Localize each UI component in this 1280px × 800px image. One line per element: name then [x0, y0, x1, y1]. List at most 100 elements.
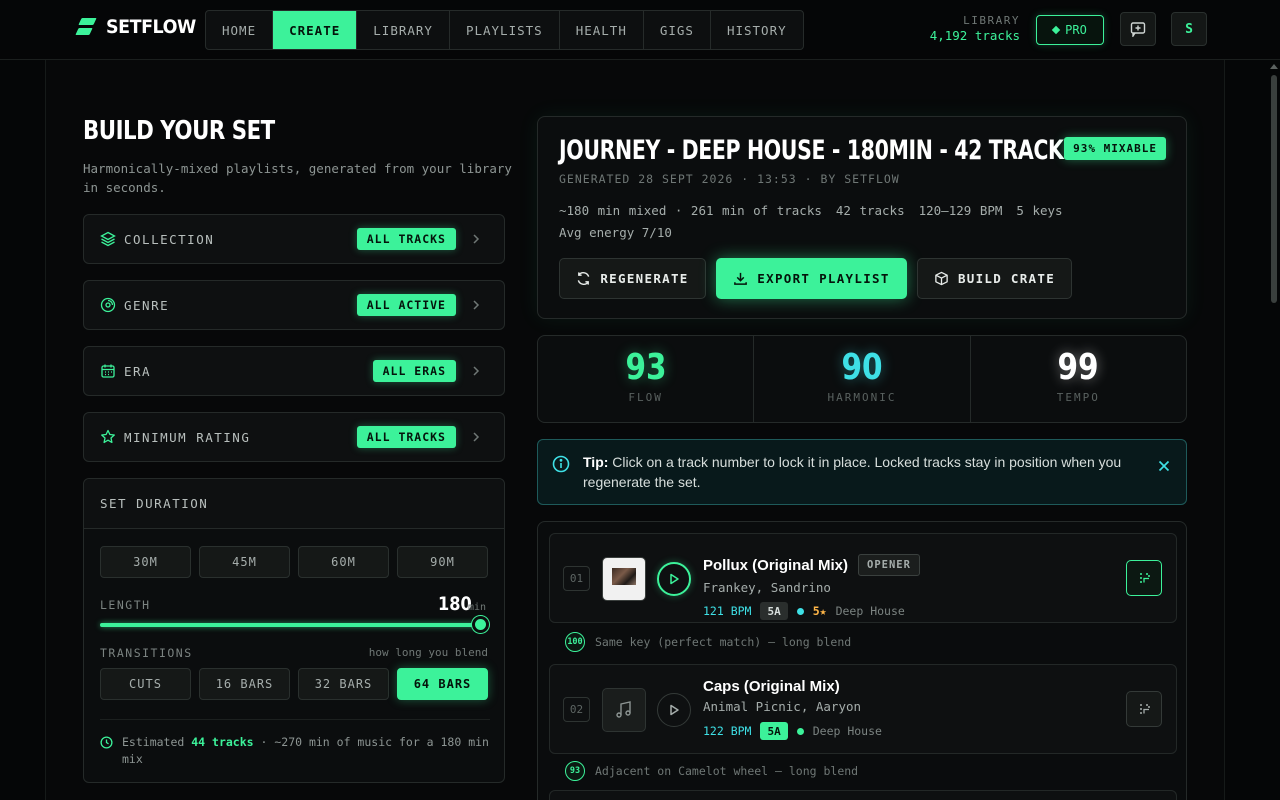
tab-create[interactable]: CREATE [273, 11, 358, 49]
transition-note: 100 Same key (perfect match) — long blen… [565, 632, 851, 652]
mixable-badge: 93% MIXABLE [1064, 137, 1166, 160]
filter-value-badge: ALL ERAS [372, 360, 456, 382]
track-title[interactable]: Pollux (Original Mix) [703, 557, 848, 574]
filter-genre[interactable]: GENRE ALL ACTIVE [83, 280, 505, 330]
scroll-up-icon [1270, 64, 1278, 69]
star-icon [100, 429, 116, 445]
set-title: JOURNEY - DEEP HOUSE - 180MIN - 42 TRACK… [559, 135, 1078, 166]
scrollbar[interactable] [1270, 62, 1278, 800]
track-number-lock[interactable]: 01 [563, 566, 590, 591]
library-stat-label: LIBRARY [963, 14, 1020, 27]
set-stats: ~180 min mixed · 261 min of tracks 42 tra… [559, 203, 1063, 218]
transition-score: 93 [565, 761, 585, 781]
track-meta: 122 BPM 5A Deep House [703, 722, 882, 740]
avatar-initial: S [1185, 21, 1193, 37]
filter-collection[interactable]: COLLECTION ALL TRACKS [83, 214, 505, 264]
diamond-icon [1051, 25, 1061, 35]
tip-banner: Tip: Click on a track number to lock it … [537, 439, 1187, 505]
export-playlist-button[interactable]: EXPORT PLAYLIST [716, 258, 907, 299]
track-meta: 121 BPM 5A 5★ Deep House [703, 602, 905, 620]
pro-button[interactable]: PRO [1036, 15, 1104, 45]
brand-name: SETFLOW [106, 16, 196, 38]
filter-value-badge: ALL TRACKS [356, 426, 456, 448]
length-slider[interactable] [100, 616, 489, 633]
transition-text: Adjacent on Camelot wheel — long blend [595, 764, 859, 778]
track-actions-button[interactable] [1126, 691, 1162, 727]
tab-playlists[interactable]: PLAYLISTS [450, 11, 560, 49]
feedback-icon [1130, 22, 1146, 37]
preset-60m[interactable]: 60M [298, 546, 389, 578]
tip-text: Tip: Click on a track number to lock it … [583, 454, 1122, 490]
length-slider-thumb[interactable] [472, 616, 489, 633]
main-nav: HOME CREATE LIBRARY PLAYLISTS HEALTH GIG… [205, 10, 804, 50]
transitions-label: TRANSITIONS [100, 646, 193, 660]
score-value: 93 [625, 347, 667, 388]
filter-value-badge: ALL TRACKS [356, 228, 456, 250]
estimate-track-count: 44 tracks [191, 735, 254, 749]
track-artist: Animal Picnic, Aaryon [703, 699, 862, 714]
filter-era[interactable]: ERA ALL ERAS [83, 346, 505, 396]
page-subtitle: Harmonically-mixed playlists, generated … [83, 161, 512, 195]
energy-dot-icon [796, 607, 804, 615]
filter-label: COLLECTION [124, 231, 215, 247]
track-key: 5A [760, 602, 788, 620]
drag-handle-icon [1140, 704, 1150, 714]
play-button[interactable] [657, 693, 691, 727]
play-button[interactable] [657, 562, 691, 596]
build-crate-button[interactable]: BUILD CRATE [917, 258, 1072, 299]
transition-32-bars[interactable]: 32 BARS [298, 668, 389, 700]
avg-energy: Avg energy 7/10 [559, 225, 672, 240]
filter-value-badge: ALL ACTIVE [356, 294, 456, 316]
energy-dot-icon [796, 727, 804, 735]
track-row[interactable]: 02 Caps (Original Mix) Animal Picnic, Aa… [549, 664, 1177, 754]
score-value: 99 [1057, 347, 1099, 388]
music-note-icon [616, 701, 631, 718]
tab-history[interactable]: HISTORY [711, 11, 803, 49]
album-art [602, 557, 646, 601]
track-actions-button[interactable] [1126, 560, 1162, 596]
feedback-button[interactable] [1120, 12, 1156, 46]
track-genre: Deep House [812, 724, 882, 738]
play-icon [670, 704, 679, 716]
preset-45m[interactable]: 45M [199, 546, 290, 578]
score-label: TEMPO [1056, 391, 1100, 404]
info-icon [552, 455, 570, 477]
filter-label: MINIMUM RATING [124, 429, 251, 445]
transition-64-bars[interactable]: 64 BARS [397, 668, 488, 700]
score-value: 90 [841, 347, 883, 388]
track-row[interactable] [549, 790, 1177, 800]
transition-16-bars[interactable]: 16 BARS [199, 668, 290, 700]
track-bpm: 121 BPM [703, 604, 752, 618]
brand[interactable]: SETFLOW [75, 16, 204, 38]
chevron-right-icon [464, 366, 488, 376]
track-title-line: Caps (Original Mix) [703, 678, 840, 695]
estimate-note: Estimated 44 tracks · ~270 min of music … [100, 719, 490, 768]
track-number-lock[interactable]: 02 [563, 697, 590, 722]
album-art-placeholder [602, 688, 646, 732]
setflow-logo-icon [75, 16, 97, 38]
tab-library[interactable]: LIBRARY [357, 11, 450, 49]
track-bpm: 122 BPM [703, 724, 752, 738]
track-title[interactable]: Caps (Original Mix) [703, 678, 840, 695]
avatar[interactable]: S [1171, 12, 1207, 46]
role-badge: OPENER [858, 554, 920, 576]
track-rating: 5★ [812, 604, 827, 618]
transition-cuts[interactable]: CUTS [100, 668, 191, 700]
close-icon[interactable] [1158, 457, 1170, 476]
page-title: BUILD YOUR SET [83, 116, 275, 146]
generated-timestamp: GENERATED 28 SEPT 2026 · 13:53 · BY SETF… [559, 172, 900, 186]
tab-home[interactable]: HOME [206, 11, 274, 49]
preset-30m[interactable]: 30M [100, 546, 191, 578]
preset-90m[interactable]: 90M [397, 546, 488, 578]
tab-health[interactable]: HEALTH [560, 11, 644, 49]
regenerate-button[interactable]: REGENERATE [559, 258, 706, 299]
scroll-thumb[interactable] [1271, 75, 1277, 303]
length-label: LENGTH [100, 598, 151, 612]
track-row[interactable]: 01 Pollux (Original Mix) OPENER Frankey,… [549, 533, 1177, 623]
track-key: 5A [760, 722, 788, 740]
library-stat: LIBRARY 4,192 tracks [930, 14, 1020, 43]
tab-gigs[interactable]: GIGS [644, 11, 711, 49]
clock-icon [100, 736, 114, 768]
filter-minimum-rating[interactable]: MINIMUM RATING ALL TRACKS [83, 412, 505, 462]
stat-bpm-range: 120–129 BPM [918, 203, 1003, 218]
